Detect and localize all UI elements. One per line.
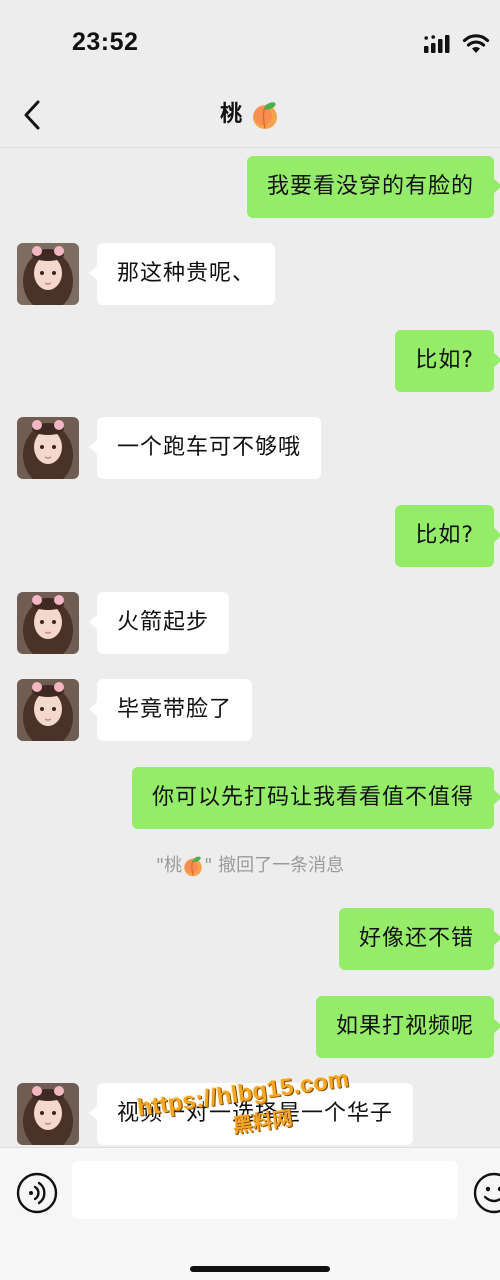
wifi-icon	[462, 34, 490, 53]
chat-title: 桃	[0, 98, 500, 132]
contact-avatar[interactable]	[17, 243, 79, 305]
contact-name: 桃	[220, 102, 243, 127]
status-time: 23:52	[72, 28, 139, 56]
message-bubble[interactable]: 那这种贵呢、	[88, 243, 276, 305]
avatar-photo	[17, 592, 79, 654]
recall-contact-name-close: "	[204, 855, 213, 876]
message-bubble[interactable]: 我要看没穿的有脸的	[246, 156, 500, 218]
message-sent: 你可以先打码让我看看值不值得	[0, 767, 500, 829]
message-sent: 我要看没穿的有脸的	[0, 156, 500, 218]
message-sent: 比如?	[0, 330, 500, 392]
voice-input-icon[interactable]	[16, 1172, 58, 1214]
avatar-photo	[17, 243, 79, 305]
message-list[interactable]: 我要看没穿的有脸的 那这种贵呢、 比如? 一个跑车可不够哦 比如? 火箭起步 毕…	[0, 149, 500, 1147]
avatar-photo	[17, 679, 79, 741]
contact-avatar[interactable]	[17, 592, 79, 654]
message-sent: 好像还不错	[0, 908, 500, 970]
message-bubble[interactable]: 一个跑车可不够哦	[88, 417, 322, 479]
message-received: 火箭起步	[0, 592, 500, 654]
message-bubble[interactable]: 比如?	[395, 330, 500, 392]
input-bar	[0, 1147, 500, 1280]
avatar-photo	[17, 1083, 79, 1145]
status-bar: 23:52	[0, 0, 500, 86]
message-bubble[interactable]: 火箭起步	[88, 592, 230, 654]
contact-avatar[interactable]	[17, 1083, 79, 1145]
recall-contact-name: "桃	[155, 855, 183, 876]
message-received: 那这种贵呢、	[0, 243, 500, 305]
message-received: 毕竟带脸了	[0, 679, 500, 741]
message-input[interactable]	[72, 1161, 458, 1219]
emoji-icon[interactable]	[473, 1172, 500, 1214]
recall-text: 撤回了一条消息	[218, 855, 345, 876]
chat-header: 桃	[0, 86, 500, 148]
message-received: 一个跑车可不够哦	[0, 417, 500, 479]
recall-notice: "桃 " 撤回了一条消息	[0, 851, 500, 877]
message-bubble[interactable]: 视频一对一选择是一个华子	[88, 1083, 414, 1145]
peach-emoji-icon	[252, 102, 277, 129]
contact-avatar[interactable]	[17, 679, 79, 741]
message-bubble[interactable]: 如果打视频呢	[315, 996, 500, 1058]
peach-emoji-icon	[184, 856, 202, 877]
contact-avatar[interactable]	[17, 417, 79, 479]
message-bubble[interactable]: 毕竟带脸了	[88, 679, 253, 741]
message-bubble[interactable]: 你可以先打码让我看看值不值得	[131, 767, 500, 829]
signal-icon	[424, 35, 450, 53]
message-received: 视频一对一选择是一个华子	[0, 1083, 500, 1145]
avatar-photo	[17, 417, 79, 479]
message-sent: 如果打视频呢	[0, 996, 500, 1058]
message-bubble[interactable]: 好像还不错	[338, 908, 500, 970]
message-bubble[interactable]: 比如?	[395, 505, 500, 567]
home-indicator[interactable]	[190, 1266, 330, 1272]
message-sent: 比如?	[0, 505, 500, 567]
